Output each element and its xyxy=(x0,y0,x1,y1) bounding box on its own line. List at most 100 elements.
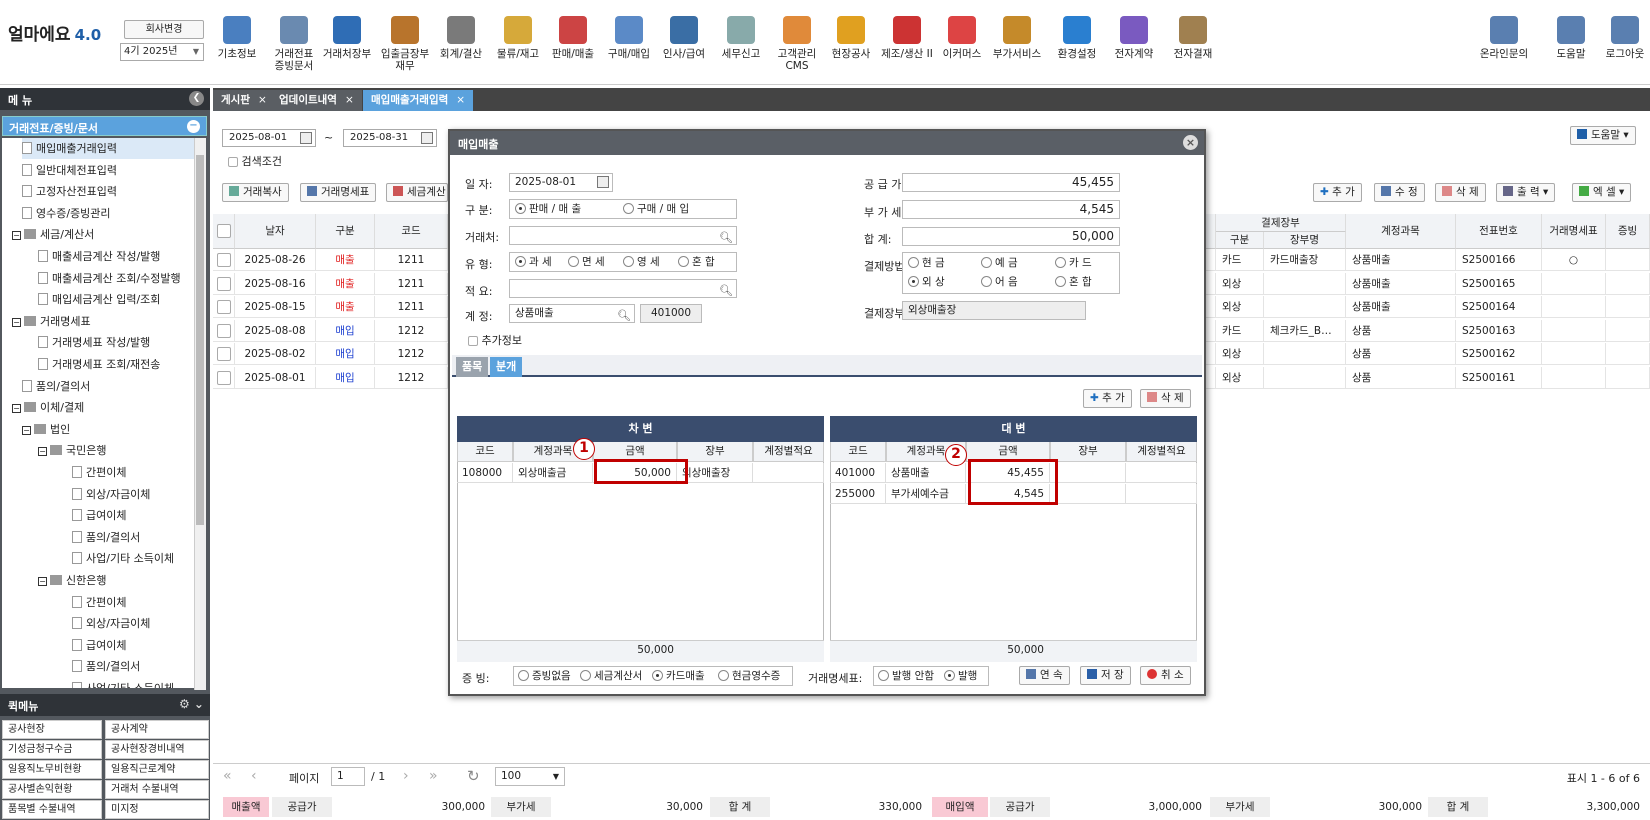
close-icon[interactable]: × xyxy=(456,94,465,106)
top-right-item[interactable]: 온라인문의 xyxy=(1475,8,1533,60)
cancel-button[interactable]: 취 소 xyxy=(1140,666,1191,685)
company-change-button[interactable]: 회사변경 xyxy=(124,20,204,39)
journal-cell-acct[interactable]: 외상매출금 xyxy=(513,463,593,483)
row-checkbox[interactable] xyxy=(216,370,231,385)
first-page-icon[interactable]: « xyxy=(223,768,232,784)
menu-item[interactable]: 판매/매출 xyxy=(544,8,602,60)
journal-add-button[interactable]: ✚ 추 가 xyxy=(1083,389,1132,408)
menu-item[interactable]: 현장공사 xyxy=(822,8,880,60)
quick-menu-item[interactable]: 공사계약 xyxy=(105,720,209,739)
search-icon[interactable]: 🔍︎ xyxy=(719,229,733,246)
stmt-none-radio[interactable]: 발행 안함 xyxy=(878,667,934,685)
menu-item[interactable]: 제조/생산 II xyxy=(878,8,936,60)
tree-item[interactable]: 매입매출거래입력 xyxy=(22,138,194,159)
gear-icon[interactable]: ⚙ ⌄ xyxy=(179,697,204,711)
grid-cell[interactable] xyxy=(213,319,235,342)
prev-page-icon[interactable]: ‹ xyxy=(251,768,257,784)
period-select[interactable]: 4기 2025년 ▼ xyxy=(120,43,204,61)
select-all-checkbox[interactable] xyxy=(216,224,231,238)
tax-mixed-radio[interactable]: 혼 합 xyxy=(678,253,715,271)
tree-item[interactable]: 매출세금계산 조회/수정발행 xyxy=(38,268,181,289)
proof-card-radio[interactable]: 카드매출 xyxy=(652,667,705,685)
tax-invoice-button[interactable]: 세금계산 xyxy=(386,183,448,202)
tax-taxable-radio[interactable]: 과 세 xyxy=(515,253,552,271)
journal-cell-code[interactable]: 255000 xyxy=(830,484,886,504)
continue-button[interactable]: 연 속 xyxy=(1019,666,1070,685)
menu-item[interactable]: 이커머스 xyxy=(933,8,991,60)
menu-item[interactable]: 인사/급여 xyxy=(655,8,713,60)
statement-button[interactable]: 거래명세표 xyxy=(300,183,377,202)
pay-deposit-radio[interactable]: 예 금 xyxy=(981,254,1018,272)
row-checkbox[interactable] xyxy=(216,300,231,314)
next-page-icon[interactable]: › xyxy=(403,768,409,784)
journal-delete-button[interactable]: 삭 제 xyxy=(1140,389,1191,408)
sidebar-section-selected[interactable]: 거래전표/증빙/문서 − xyxy=(2,116,207,136)
tree-item[interactable]: 간편이체 xyxy=(72,592,126,613)
print-button[interactable]: 출 력 ▾ xyxy=(1496,183,1556,202)
tree-item[interactable]: 품의/결의서 xyxy=(72,527,140,548)
tree-item[interactable]: − 세금/계산서 xyxy=(12,224,94,245)
tree-item[interactable]: 고정자산전표입력 xyxy=(22,181,117,202)
calendar-icon[interactable] xyxy=(421,132,433,144)
total-amount-input[interactable]: 50,000 xyxy=(902,227,1120,246)
tree-item[interactable]: 매출세금계산 작성/발행 xyxy=(38,246,160,267)
menu-item[interactable]: 입출금장부 재무 xyxy=(376,8,434,72)
tree-scroll-thumb[interactable] xyxy=(196,155,204,525)
top-right-item[interactable]: 로그아웃 xyxy=(1596,8,1650,60)
tree-item[interactable]: 사업/기타 소득이체 xyxy=(72,678,174,688)
proof-none-radio[interactable]: 증빙없음 xyxy=(518,667,571,685)
supply-amount-input[interactable]: 45,455 xyxy=(902,173,1120,192)
dialog-date-input[interactable]: 2025-08-01 xyxy=(509,173,613,192)
refresh-icon[interactable]: ↻ xyxy=(467,767,480,785)
copy-transaction-button[interactable]: 거래복사 xyxy=(222,183,289,202)
pay-mixed-radio[interactable]: 혼 합 xyxy=(1055,273,1092,291)
tab-updates[interactable]: 업데이트내역 × xyxy=(271,90,362,111)
expand-toggle-icon[interactable]: − xyxy=(12,231,21,241)
grid-cell[interactable] xyxy=(213,272,235,295)
quick-menu-item[interactable]: 공사현장 xyxy=(2,720,102,739)
journal-cell-memo[interactable] xyxy=(1126,484,1197,504)
search-condition-toggle[interactable]: 검색조건 xyxy=(228,153,282,169)
calendar-icon[interactable] xyxy=(597,176,609,188)
menu-item[interactable]: 거래처장부 xyxy=(318,8,376,60)
menu-item[interactable]: 고객관리 CMS xyxy=(768,8,826,72)
expand-toggle-icon[interactable]: − xyxy=(12,404,21,414)
menu-item[interactable]: 물류/재고 xyxy=(489,8,547,60)
proof-cashreceipt-radio[interactable]: 현금영수증 xyxy=(718,667,780,685)
menu-item[interactable]: 구매/매입 xyxy=(600,8,658,60)
save-button[interactable]: 저 장 xyxy=(1080,666,1131,685)
menu-item[interactable]: 전자결재 xyxy=(1164,8,1222,60)
tree-item[interactable]: − 법인 xyxy=(22,419,70,440)
tree-item[interactable]: 사업/기타 소득이체 xyxy=(72,548,174,569)
close-icon[interactable]: × xyxy=(345,94,354,106)
tree-item[interactable]: 매입세금계산 입력/조회 xyxy=(38,289,160,310)
row-checkbox[interactable] xyxy=(216,323,231,338)
expand-toggle-icon[interactable]: − xyxy=(22,425,31,435)
journal-cell-code[interactable]: 401000 xyxy=(830,463,886,483)
excel-button[interactable]: 엑 셀 ▾ xyxy=(1572,183,1632,202)
tree-item[interactable]: 품의/결의서 xyxy=(22,376,90,397)
tree-item[interactable]: 일반대체전표입력 xyxy=(22,160,117,181)
date-to-input[interactable]: 2025-08-31 xyxy=(343,129,437,147)
last-page-icon[interactable]: » xyxy=(429,768,438,784)
kind-sale-radio[interactable]: 판매 / 매 출 xyxy=(515,200,581,218)
tree-item[interactable]: 영수증/증빙관리 xyxy=(22,203,111,224)
column-header[interactable]: 계정과목 xyxy=(1346,214,1456,249)
menu-item[interactable]: 기초정보 xyxy=(208,8,266,60)
quick-menu-item[interactable]: 일용직노무비현황 xyxy=(2,760,102,779)
column-header[interactable]: 날자 xyxy=(235,214,316,249)
stmt-issue-radio[interactable]: 발행 xyxy=(944,667,977,685)
grid-cell[interactable] xyxy=(213,366,235,389)
menu-item[interactable]: 거래전표 증빙문서 xyxy=(265,8,323,72)
tree-item[interactable]: 급여이체 xyxy=(72,635,126,656)
journal-cell-code[interactable]: 108000 xyxy=(457,463,513,483)
close-icon[interactable]: × xyxy=(258,94,267,106)
column-header[interactable] xyxy=(1206,214,1216,249)
add-button[interactable]: ✚ 추 가 xyxy=(1313,183,1362,202)
row-checkbox[interactable] xyxy=(216,276,231,291)
pay-cash-radio[interactable]: 현 금 xyxy=(908,254,945,272)
tree-item[interactable]: 외상/자금이체 xyxy=(72,484,150,505)
subtab-journal[interactable]: 분개 xyxy=(490,357,523,377)
vat-amount-input[interactable]: 4,545 xyxy=(902,200,1120,219)
tree-item[interactable]: − 거래명세표 xyxy=(12,311,91,332)
